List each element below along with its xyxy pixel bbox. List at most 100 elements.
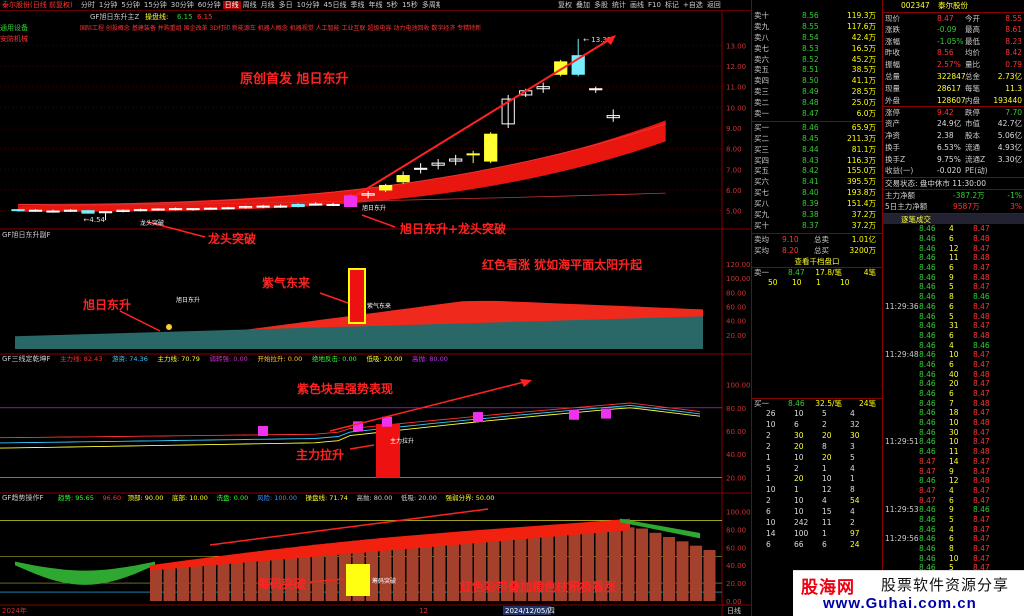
- toolbar-btn-5[interactable]: F10: [646, 1, 663, 9]
- bid-label: 买二: [754, 133, 769, 143]
- buy1-vol: 4: [850, 463, 855, 473]
- p4-bar-38: [663, 537, 675, 601]
- tick-vol: 6: [949, 495, 954, 505]
- ask-price: 8.55: [802, 21, 819, 31]
- tick-vol: 6: [949, 263, 954, 273]
- tick-row-1: 8.46 6 8.48: [883, 234, 1024, 244]
- buy1-vol: 24: [850, 539, 860, 549]
- avg-total-value: 3200万: [849, 245, 876, 255]
- buy1-vol: 30: [850, 430, 860, 440]
- period-tab-15[interactable]: 15秒: [400, 1, 420, 9]
- tick-price2: 8.47: [973, 408, 990, 418]
- toolbar-btn-2[interactable]: 多股: [592, 1, 610, 9]
- toolbar-btn-6[interactable]: 标记: [663, 1, 681, 9]
- bid-row-0: 买一 8.46 65.9万: [752, 123, 882, 134]
- tick-vol: 6: [949, 330, 954, 340]
- ask-row-3: 卖七 8.53 16.5万: [752, 44, 882, 55]
- period-tab-7[interactable]: 周线: [241, 1, 259, 9]
- period-tab-13[interactable]: 年线: [366, 1, 384, 9]
- toolbar-btn-7[interactable]: +自选: [681, 1, 705, 9]
- toolbar-btn-0[interactable]: 复权: [556, 1, 574, 9]
- quote-val: 8.56: [937, 48, 954, 58]
- tick-price2: 8.48: [973, 398, 990, 408]
- p2-axis-label: 40.00: [726, 318, 746, 326]
- ask-price: 8.50: [802, 76, 819, 86]
- tick-price: 8.46: [919, 418, 936, 428]
- tick-price: 8.47: [919, 466, 936, 476]
- ann-caidai: 红色彩带叠加橙色柱积极看涨: [460, 579, 616, 594]
- bid-row-4: 买五 8.42 155.0万: [752, 166, 882, 177]
- quote-val2: 0.79: [1005, 60, 1022, 70]
- p2-axis-label: 20.00: [726, 332, 746, 340]
- candle-body: [466, 153, 480, 156]
- buy1-vols-row-8: 2 10 4 54: [752, 496, 882, 507]
- buy1-vol: 12: [822, 485, 832, 495]
- tick-row-23: 8.46 11 8.48: [883, 447, 1024, 457]
- deep-book-link[interactable]: 查看千档盘口: [752, 257, 882, 268]
- p1-concepts: 国际工程 创投概念 基建装备 并购重组 国企改革 3D打印 新能源车 机器人概念…: [80, 24, 481, 32]
- tick-row-10: 8.46 31 8.47: [883, 321, 1024, 331]
- bid-label: 买九: [754, 210, 769, 220]
- p3-pull-bar: [376, 424, 400, 478]
- tick-price: 8.47: [919, 485, 936, 495]
- quote-val2: 11.3: [1005, 83, 1022, 93]
- period-tab-5[interactable]: 60分钟: [196, 1, 223, 9]
- quote2-val: 6.53%: [937, 142, 961, 152]
- toolbar-btn-4[interactable]: 画线: [628, 1, 646, 9]
- toolbar-btn-1[interactable]: 叠加: [574, 1, 592, 9]
- period-tab-11[interactable]: 45日线: [322, 1, 349, 9]
- period-tab-6[interactable]: 日线: [222, 1, 241, 9]
- period-tab-0[interactable]: 分时: [79, 1, 97, 9]
- tick-vol: 9: [949, 505, 954, 515]
- period-tab-16[interactable]: 多周期: [420, 1, 440, 9]
- buy1-vol: 54: [850, 496, 860, 506]
- quote2-key: 资产: [885, 119, 900, 129]
- tick-price2: 8.48: [973, 447, 990, 457]
- quote2-key2: PE(动): [965, 166, 988, 176]
- bid-row-2: 买三 8.44 81.1万: [752, 145, 882, 156]
- quote2-val: 24.9亿: [937, 119, 962, 129]
- ask-row-6: 卖四 8.50 41.1万: [752, 76, 882, 87]
- ask-label: 卖九: [754, 21, 769, 31]
- p4-axis-label: 40.00: [726, 562, 746, 570]
- period-tab-1[interactable]: 1分钟: [97, 1, 119, 9]
- kline-chart[interactable]: 13.00 12.00 11.00 10.00 9.00 8.00 7.00 6.00 5.00…: [0, 11, 751, 616]
- p4-item-5: 风险: 100.00: [257, 493, 297, 502]
- buy1-vol: 4: [850, 409, 855, 419]
- tick-row-26: 8.46 12 8.48: [883, 476, 1024, 486]
- period-tab-12[interactable]: 季线: [348, 1, 366, 9]
- bid-row-1: 买二 8.45 211.3万: [752, 134, 882, 145]
- ob-spacer2: [752, 300, 882, 311]
- period-tab-10[interactable]: 10分钟: [295, 1, 322, 9]
- p4-item-2: 顶部: 90.00: [128, 493, 164, 502]
- quote2-key: 净资: [885, 130, 900, 140]
- period-tab-14[interactable]: 5秒: [384, 1, 399, 9]
- candle-body: [46, 210, 60, 213]
- p1-axis-label: 9.00: [726, 125, 742, 133]
- period-tab-3[interactable]: 15分钟: [142, 1, 169, 9]
- buy1-vol: 20: [794, 474, 804, 484]
- p1-title2: 操盘线:: [145, 12, 168, 21]
- ask-price: 8.54: [802, 32, 819, 42]
- p1-v1: 6.15: [177, 13, 193, 21]
- p3-purple-block-5: [601, 408, 611, 419]
- tick-row-14: 8.46 6 8.47: [883, 360, 1024, 370]
- buy1-vol: 97: [850, 528, 860, 538]
- toolbar-btn-8[interactable]: 返回: [705, 1, 723, 9]
- tick-row-29: 11:29:53 8.46 9 8.46: [883, 505, 1024, 515]
- toolbar-btn-3[interactable]: 统计: [610, 1, 628, 9]
- tick-price2: 8.47: [973, 389, 990, 399]
- p3-axis-label: 100.00: [726, 382, 751, 390]
- period-tab-4[interactable]: 30分钟: [169, 1, 196, 9]
- tick-vol: 11: [949, 447, 959, 457]
- tick-vol: 20: [949, 379, 959, 389]
- period-tab-2[interactable]: 5分钟: [119, 1, 141, 9]
- quote-val: 2.57%: [937, 60, 961, 70]
- p1-v2: 6.15: [197, 13, 213, 21]
- bid-price: 8.46: [802, 122, 819, 132]
- quote-key2: 最低: [965, 36, 980, 46]
- buy1-vol: 1: [766, 474, 771, 484]
- period-tab-8[interactable]: 月线: [259, 1, 277, 9]
- period-tab-9[interactable]: 多日: [277, 1, 295, 9]
- quote-row-2: 涨幅 -1.05% 最低 8.23: [883, 36, 1024, 48]
